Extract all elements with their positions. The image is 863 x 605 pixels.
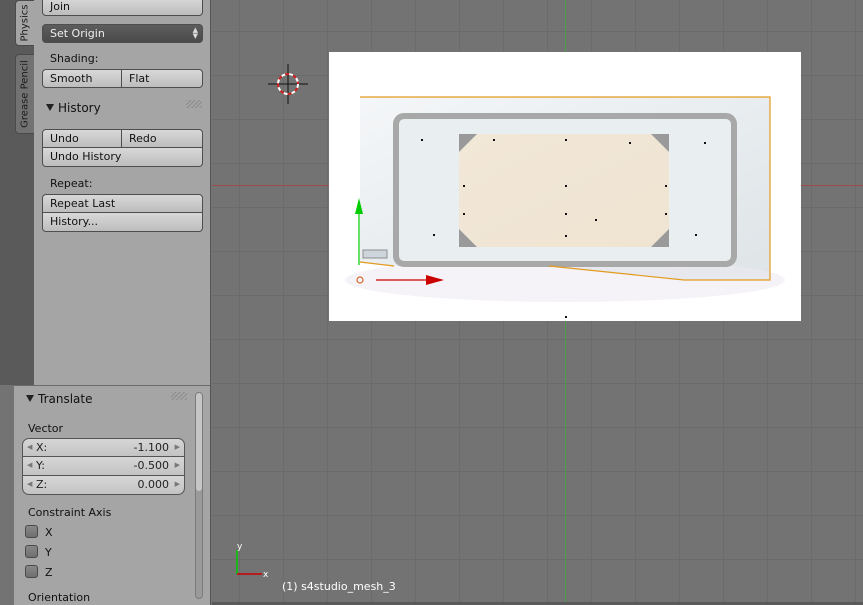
origin-dot[interactable] bbox=[356, 276, 364, 284]
redo-label: Redo bbox=[129, 132, 157, 145]
history-menu-label: History... bbox=[50, 215, 99, 228]
constraint-y-checkbox[interactable] bbox=[25, 545, 38, 558]
constraint-z-label: Z bbox=[45, 566, 53, 579]
vector-x-value: -1.100 bbox=[133, 441, 169, 454]
decrement-arrow-icon[interactable]: ◀ bbox=[27, 439, 32, 456]
undo-history-label: Undo History bbox=[50, 150, 122, 163]
orientation-label: Orientation bbox=[28, 591, 91, 604]
transform-manipulator[interactable] bbox=[350, 192, 450, 288]
3d-viewport[interactable]: y x (1) s4studio_mesh_3 bbox=[212, 0, 863, 605]
operator-panel: Translate Vector ◀ X: -1.100 ▶ ◀ Y: -0.5… bbox=[14, 385, 211, 605]
vector-x-field[interactable]: ◀ X: -1.100 ▶ bbox=[22, 438, 185, 457]
collapse-triangle-icon bbox=[26, 395, 34, 402]
mini-axis-x-label: x bbox=[263, 570, 269, 580]
updown-arrows-icon: ▲ ▼ bbox=[192, 26, 198, 40]
join-button[interactable]: Join bbox=[42, 0, 203, 16]
vector-y-field[interactable]: ◀ Y: -0.500 ▶ bbox=[22, 457, 185, 476]
undo-history-button[interactable]: Undo History bbox=[42, 148, 203, 167]
increment-arrow-icon[interactable]: ▶ bbox=[175, 439, 180, 456]
operator-scrollbar[interactable] bbox=[195, 392, 203, 599]
collapse-triangle-icon bbox=[46, 104, 54, 111]
repeat-label: Repeat: bbox=[50, 177, 93, 190]
tab-grease-pencil-label: Grease Pencil bbox=[19, 60, 31, 128]
undo-label: Undo bbox=[50, 132, 79, 145]
set-origin-dropdown[interactable]: Set Origin ▲ ▼ bbox=[42, 24, 203, 43]
flat-button[interactable]: Flat bbox=[122, 69, 203, 88]
tab-physics[interactable]: Physics bbox=[15, 0, 34, 46]
constraint-x-checkbox[interactable] bbox=[25, 525, 38, 538]
history-title: History bbox=[58, 101, 101, 115]
smooth-label: Smooth bbox=[50, 72, 93, 85]
history-panel-header[interactable]: History bbox=[46, 101, 101, 115]
vector-x-label: X: bbox=[36, 441, 48, 454]
constraint-x-label: X bbox=[45, 526, 53, 539]
object-name-label: (1) s4studio_mesh_3 bbox=[282, 580, 396, 593]
increment-arrow-icon[interactable]: ▶ bbox=[175, 476, 180, 493]
join-label: Join bbox=[50, 0, 71, 13]
decrement-arrow-icon[interactable]: ◀ bbox=[27, 476, 32, 493]
vector-label: Vector bbox=[28, 422, 64, 435]
tab-physics-label: Physics bbox=[19, 4, 31, 42]
vector-z-label: Z: bbox=[36, 478, 48, 491]
x-arrow-head-icon[interactable] bbox=[426, 275, 444, 285]
translate-title: Translate bbox=[38, 392, 93, 406]
vector-z-field[interactable]: ◀ Z: 0.000 ▶ bbox=[22, 476, 185, 495]
y-arrow-head-icon[interactable] bbox=[355, 198, 363, 214]
redo-button[interactable]: Redo bbox=[122, 129, 203, 148]
smooth-button[interactable]: Smooth bbox=[42, 69, 122, 88]
decrement-arrow-icon[interactable]: ◀ bbox=[27, 457, 32, 474]
flat-label: Flat bbox=[129, 72, 150, 85]
increment-arrow-icon[interactable]: ▶ bbox=[175, 457, 180, 474]
tab-grease-pencil[interactable]: Grease Pencil bbox=[15, 54, 34, 134]
repeat-last-label: Repeat Last bbox=[50, 197, 116, 210]
mini-axis-y-label: y bbox=[237, 542, 243, 552]
set-origin-value: Set Origin bbox=[50, 27, 105, 40]
vector-z-value: 0.000 bbox=[137, 478, 170, 491]
vector-y-label: Y: bbox=[36, 459, 45, 472]
constraint-z-checkbox[interactable] bbox=[25, 565, 38, 578]
panel-grip-icon[interactable] bbox=[186, 100, 202, 108]
tool-shelf: Join Set Origin ▲ ▼ Shading: Smooth Flat … bbox=[34, 0, 211, 385]
mini-axis-gizmo: y x bbox=[236, 542, 269, 580]
3d-cursor-icon[interactable] bbox=[268, 64, 308, 104]
panel-grip-icon[interactable] bbox=[171, 392, 187, 400]
constraint-y-label: Y bbox=[45, 546, 52, 559]
constraint-axis-label: Constraint Axis bbox=[28, 506, 112, 519]
translate-panel-header[interactable]: Translate bbox=[26, 392, 93, 406]
repeat-last-button[interactable]: Repeat Last bbox=[42, 194, 203, 213]
tool-tabs-strip: Physics Grease Pencil bbox=[0, 0, 34, 385]
shading-label: Shading: bbox=[50, 52, 99, 65]
history-menu-button[interactable]: History... bbox=[42, 213, 203, 232]
scrollbar-thumb[interactable] bbox=[196, 393, 202, 491]
undo-button[interactable]: Undo bbox=[42, 129, 122, 148]
vector-y-value: -0.500 bbox=[133, 459, 169, 472]
